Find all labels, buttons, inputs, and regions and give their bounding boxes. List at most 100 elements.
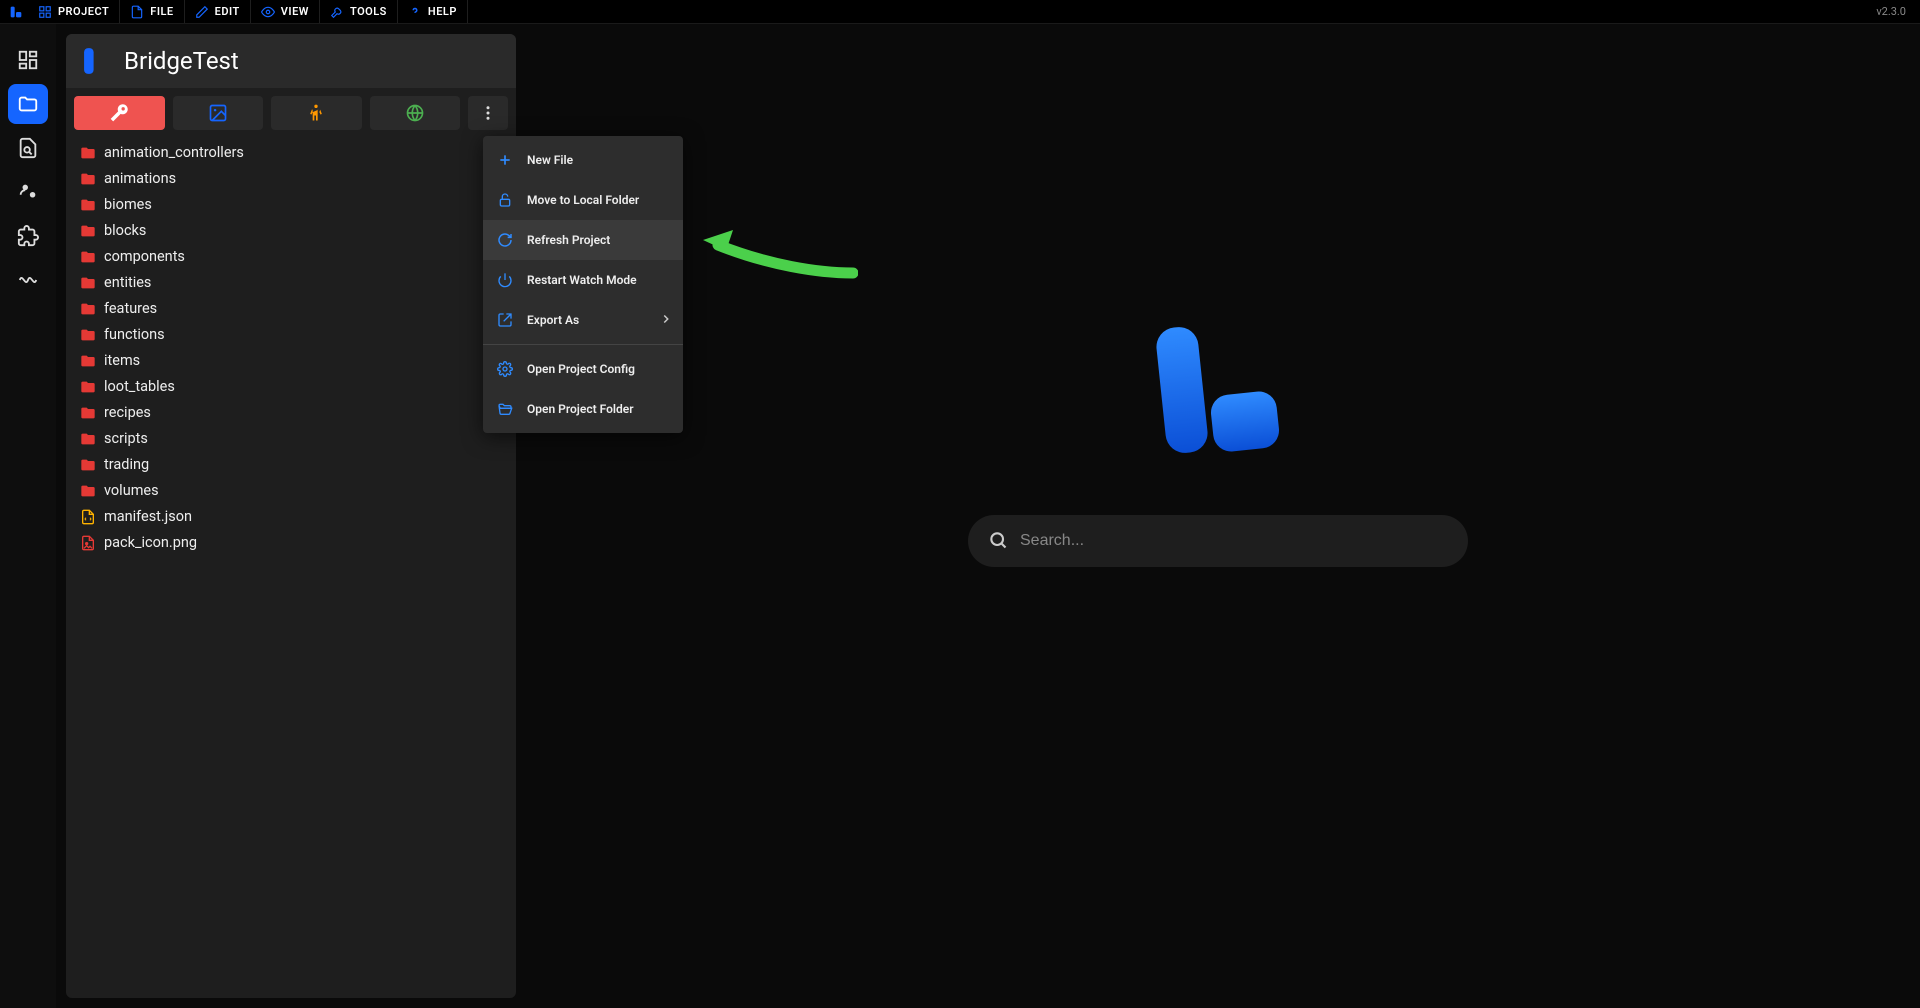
menu-divider [483,344,683,345]
tree-item-label: items [104,350,140,372]
welcome-area [516,24,1920,1008]
activity-explorer[interactable] [8,84,48,124]
menu-item-label: New File [527,153,573,167]
menu-item-open-project-config[interactable]: Open Project Config [483,349,683,389]
folder-icon [80,353,96,369]
refresh-icon [497,232,513,248]
tree-folder[interactable]: animation_controllers [66,140,516,166]
menu-label: VIEW [281,5,309,18]
menu-item-export-as[interactable]: Export As [483,300,683,340]
wrench-icon [330,5,344,19]
search-input[interactable] [1020,532,1448,550]
tree-item-label: animation_controllers [104,142,244,164]
folder-icon [80,145,96,161]
pack-tab-resource[interactable] [173,96,264,130]
activity-extensions[interactable] [8,216,48,256]
folder-icon [80,457,96,473]
project-logo-icon [80,44,114,78]
panel-header: BridgeTest [66,34,516,88]
menu-edit[interactable]: EDIT [185,0,251,23]
pencil-icon [195,5,209,19]
folder-icon [80,431,96,447]
file-icon [130,5,144,19]
welcome-logo-icon [1143,315,1293,465]
folder-icon [80,327,96,343]
search-icon [988,530,1008,553]
activity-bar [0,24,56,1008]
tree-file[interactable]: manifest.json [66,504,516,530]
tree-folder[interactable]: blocks [66,218,516,244]
menu-item-label: Move to Local Folder [527,193,639,207]
menu-item-refresh-project[interactable]: Refresh Project [483,220,683,260]
file-tree[interactable]: animation_controllers animationsbiomesblo… [66,138,516,558]
menu-view[interactable]: VIEW [251,0,320,23]
app-logo-icon [8,4,24,20]
tree-item-label: manifest.json [104,506,192,528]
tree-folder[interactable]: scripts [66,426,516,452]
tree-item-label: scripts [104,428,148,450]
tree-folder[interactable]: components [66,244,516,270]
menu-label: TOOLS [350,5,387,18]
question-icon [408,5,422,19]
menu-item-label: Export As [527,313,579,327]
folder-icon [80,301,96,317]
menu-item-restart-watch-mode[interactable]: Restart Watch Mode [483,260,683,300]
menu-item-open-project-folder[interactable]: Open Project Folder [483,389,683,429]
pack-tab-skin[interactable] [271,96,362,130]
eye-icon [261,5,275,19]
menu-item-move-to-local-folder[interactable]: Move to Local Folder [483,180,683,220]
menu-item-new-file[interactable]: New File [483,140,683,180]
menu-label: FILE [150,5,173,18]
export-icon [497,312,513,328]
tree-folder[interactable]: functions [66,322,516,348]
chevron-right-icon [659,312,673,329]
tree-folder[interactable]: recipes [66,400,516,426]
menu-project[interactable]: PROJECT [28,0,120,23]
activity-compiler[interactable] [8,172,48,212]
folder-open-icon [497,401,513,417]
pack-tab-more[interactable] [468,96,508,130]
lock-open-icon [497,192,513,208]
tree-folder[interactable]: features [66,296,516,322]
menu-item-label: Refresh Project [527,233,610,247]
power-icon [497,272,513,288]
menu-label: PROJECT [58,5,109,18]
tree-folder[interactable]: biomes [66,192,516,218]
pack-tab-world[interactable] [370,96,461,130]
activity-debugger[interactable] [8,260,48,300]
search-box[interactable] [968,515,1468,567]
json-icon [80,509,96,525]
tree-folder[interactable]: entities [66,270,516,296]
activity-dashboard[interactable] [8,40,48,80]
tree-folder[interactable]: trading [66,452,516,478]
folder-icon [80,275,96,291]
tree-item-label: recipes [104,402,151,424]
tree-item-label: trading [104,454,149,476]
top-menu-bar: PROJECT FILE EDIT VIEW TOOLS HELP v2.3.0 [0,0,1920,24]
context-menu: New File Move to Local Folder Refresh Proj… [483,136,683,433]
tree-item-label: features [104,298,157,320]
version-label: v2.3.0 [1876,5,1916,18]
menu-item-label: Restart Watch Mode [527,273,637,287]
pack-tabs [66,88,516,138]
tree-item-label: animations [104,168,176,190]
tree-item-label: volumes [104,480,159,502]
tree-folder[interactable]: animations [66,166,516,192]
folder-icon [80,379,96,395]
tree-folder[interactable]: volumes [66,478,516,504]
tree-file[interactable]: pack_icon.png [66,530,516,556]
tree-folder[interactable]: loot_tables [66,374,516,400]
folder-icon [80,249,96,265]
menu-item-label: Open Project Folder [527,402,634,416]
pack-tab-behavior[interactable] [74,96,165,130]
menu-item-label: Open Project Config [527,362,635,376]
activity-file-search[interactable] [8,128,48,168]
folder-icon [80,223,96,239]
project-title: BridgeTest [124,47,239,75]
plus-icon [497,152,513,168]
menu-tools[interactable]: TOOLS [320,0,398,23]
tree-item-label: entities [104,272,151,294]
menu-file[interactable]: FILE [120,0,184,23]
tree-folder[interactable]: items [66,348,516,374]
menu-help[interactable]: HELP [398,0,468,23]
